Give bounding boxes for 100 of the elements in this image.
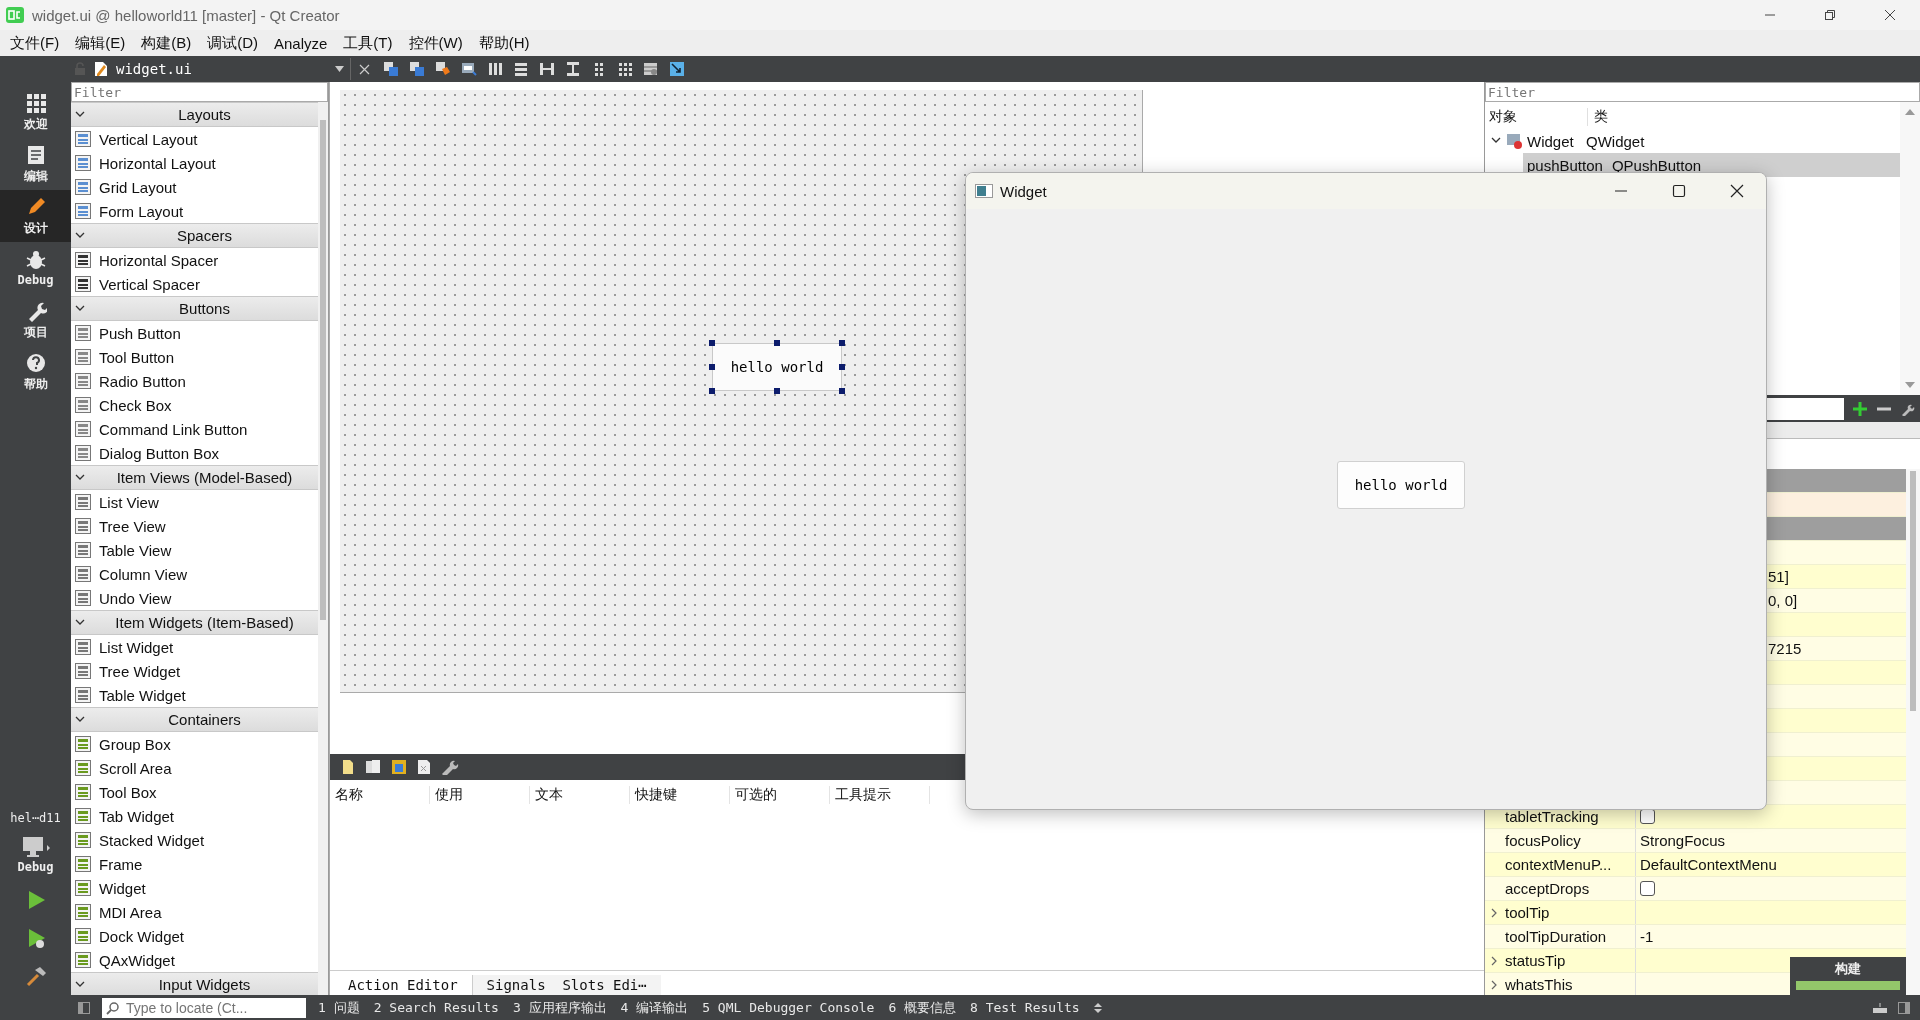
kit-selector[interactable]: Debug: [0, 829, 71, 881]
filter-field[interactable]: Filter: [71, 82, 328, 102]
menu-item[interactable]: 工具(T): [335, 33, 401, 53]
output-pane-button[interactable]: 5 QML Debugger Console: [702, 1000, 875, 1015]
widget-item[interactable]: Undo View: [71, 586, 318, 610]
resize-handle[interactable]: [709, 388, 715, 394]
widget-item[interactable]: Frame: [71, 852, 318, 876]
scroll-up-icon[interactable]: [1905, 108, 1915, 116]
column-header[interactable]: 文本: [530, 786, 630, 804]
widget-item[interactable]: List View: [71, 490, 318, 514]
menu-item[interactable]: Analyze: [266, 34, 336, 52]
category-header[interactable]: Item Views (Model-Based): [71, 465, 318, 490]
widget-item[interactable]: Stacked Widget: [71, 828, 318, 852]
mode-button[interactable]: 设计: [0, 190, 71, 242]
resize-handle[interactable]: [709, 340, 715, 346]
output-pane-button[interactable]: 3 应用程序输出: [512, 998, 607, 1017]
column-header[interactable]: 类: [1588, 108, 1608, 126]
widget-item[interactable]: Check Box: [71, 393, 318, 417]
menu-item[interactable]: 构建(B): [133, 33, 200, 53]
resize-handle[interactable]: [774, 340, 780, 346]
resize-handle[interactable]: [709, 364, 715, 370]
category-header[interactable]: Input Widgets: [71, 972, 318, 995]
scrollbar-thumb[interactable]: [1910, 471, 1916, 711]
scroll-down-icon[interactable]: [1905, 381, 1915, 389]
widget-item[interactable]: Vertical Layout: [71, 127, 318, 151]
widget-item[interactable]: Command Link Button: [71, 417, 318, 441]
output-pane-button[interactable]: 8 Test Results: [970, 1000, 1080, 1015]
up-down-arrows-icon[interactable]: [1093, 1001, 1102, 1014]
push-button[interactable]: hello world: [1337, 461, 1465, 509]
filter-field[interactable]: Filter: [1485, 82, 1920, 102]
mode-button[interactable]: 帮助: [0, 346, 71, 398]
menu-item[interactable]: 编辑(E): [67, 33, 134, 53]
category-header[interactable]: Item Widgets (Item-Based): [71, 610, 318, 635]
copy-icon[interactable]: [365, 759, 381, 775]
widget-item[interactable]: Form Layout: [71, 199, 318, 223]
resize-handle[interactable]: [839, 388, 845, 394]
mode-button[interactable]: 编辑: [0, 138, 71, 190]
progress-details-icon[interactable]: [1872, 1001, 1888, 1014]
tree-row[interactable]: Widget QWidget: [1485, 129, 1900, 153]
column-header[interactable]: 快捷键: [630, 786, 730, 804]
widget-item[interactable]: Horizontal Layout: [71, 151, 318, 175]
property-row[interactable]: toolTipDuration -1: [1485, 925, 1906, 949]
resize-handle[interactable]: [839, 364, 845, 370]
menu-item[interactable]: 文件(F): [2, 33, 68, 53]
locator-field[interactable]: Type to locate (Ct...: [102, 997, 306, 1018]
menu-item[interactable]: 控件(W): [400, 33, 471, 53]
category-header[interactable]: Layouts: [71, 102, 318, 127]
plus-icon[interactable]: [1853, 401, 1867, 416]
new-file-icon[interactable]: [341, 759, 355, 775]
output-pane-button[interactable]: 6 概要信息: [888, 998, 957, 1017]
file-dropdown[interactable]: widget.ui: [94, 58, 351, 80]
column-header[interactable]: 工具提示: [830, 786, 930, 804]
table-icon[interactable]: [643, 61, 659, 77]
category-header[interactable]: Buttons: [71, 296, 318, 321]
property-row[interactable]: acceptDrops: [1485, 877, 1906, 901]
column-header[interactable]: 名称: [330, 786, 430, 804]
widget-item[interactable]: Scroll Area: [71, 756, 318, 780]
widget-item[interactable]: List Widget: [71, 635, 318, 659]
widget-item[interactable]: Group Box: [71, 732, 318, 756]
tab[interactable]: Signals Slots Edi⋯: [472, 975, 661, 995]
checkbox[interactable]: [1640, 881, 1655, 896]
split-icon[interactable]: [565, 61, 581, 77]
widget-item[interactable]: Tree View: [71, 514, 318, 538]
sidebar-toggle-icon[interactable]: [1898, 1001, 1910, 1014]
widget-item[interactable]: Tab Widget: [71, 804, 318, 828]
widget-item[interactable]: QAxWidget: [71, 948, 318, 972]
output-pane-button[interactable]: 4 编译输出: [620, 998, 689, 1017]
property-row[interactable]: toolTip: [1485, 901, 1906, 925]
sidebar-toggle-icon[interactable]: [78, 1001, 90, 1014]
column-header[interactable]: 对象: [1485, 108, 1588, 126]
column-header[interactable]: 可选的: [730, 786, 830, 804]
column-header[interactable]: 使用: [430, 786, 530, 804]
menu-item[interactable]: 调试(D): [199, 33, 266, 53]
widget-item[interactable]: Tree Widget: [71, 659, 318, 683]
widget-item[interactable]: MDI Area: [71, 900, 318, 924]
overlap-squares-icon[interactable]: [383, 61, 399, 77]
columns-icon[interactable]: [487, 61, 503, 77]
category-header[interactable]: Containers: [71, 707, 318, 732]
paste-icon[interactable]: [391, 759, 407, 775]
category-header[interactable]: Spacers: [71, 223, 318, 248]
grid-icon[interactable]: [617, 61, 633, 77]
widget-item[interactable]: Tool Button: [71, 345, 318, 369]
property-row[interactable]: focusPolicy StrongFocus: [1485, 829, 1906, 853]
widget-item[interactable]: Vertical Spacer: [71, 272, 318, 296]
widget-item[interactable]: Grid Layout: [71, 175, 318, 199]
mode-button[interactable]: Debug: [0, 242, 71, 294]
picture-frame-icon[interactable]: [669, 61, 685, 77]
menu-item[interactable]: 帮助(H): [470, 33, 538, 53]
widget-item[interactable]: Widget: [71, 876, 318, 900]
output-pane-button[interactable]: 1 问题: [318, 998, 360, 1017]
widget-item[interactable]: Dock Widget: [71, 924, 318, 948]
close-icon[interactable]: [359, 63, 370, 75]
widget-item[interactable]: Tool Box: [71, 780, 318, 804]
widget-item[interactable]: Column View: [71, 562, 318, 586]
widget-item[interactable]: Horizontal Spacer: [71, 248, 318, 272]
delete-icon[interactable]: [417, 759, 431, 775]
split-icon[interactable]: [539, 61, 555, 77]
widget-item[interactable]: Table View: [71, 538, 318, 562]
widget-item[interactable]: Table Widget: [71, 683, 318, 707]
output-pane-button[interactable]: 2 Search Results: [373, 1000, 499, 1015]
